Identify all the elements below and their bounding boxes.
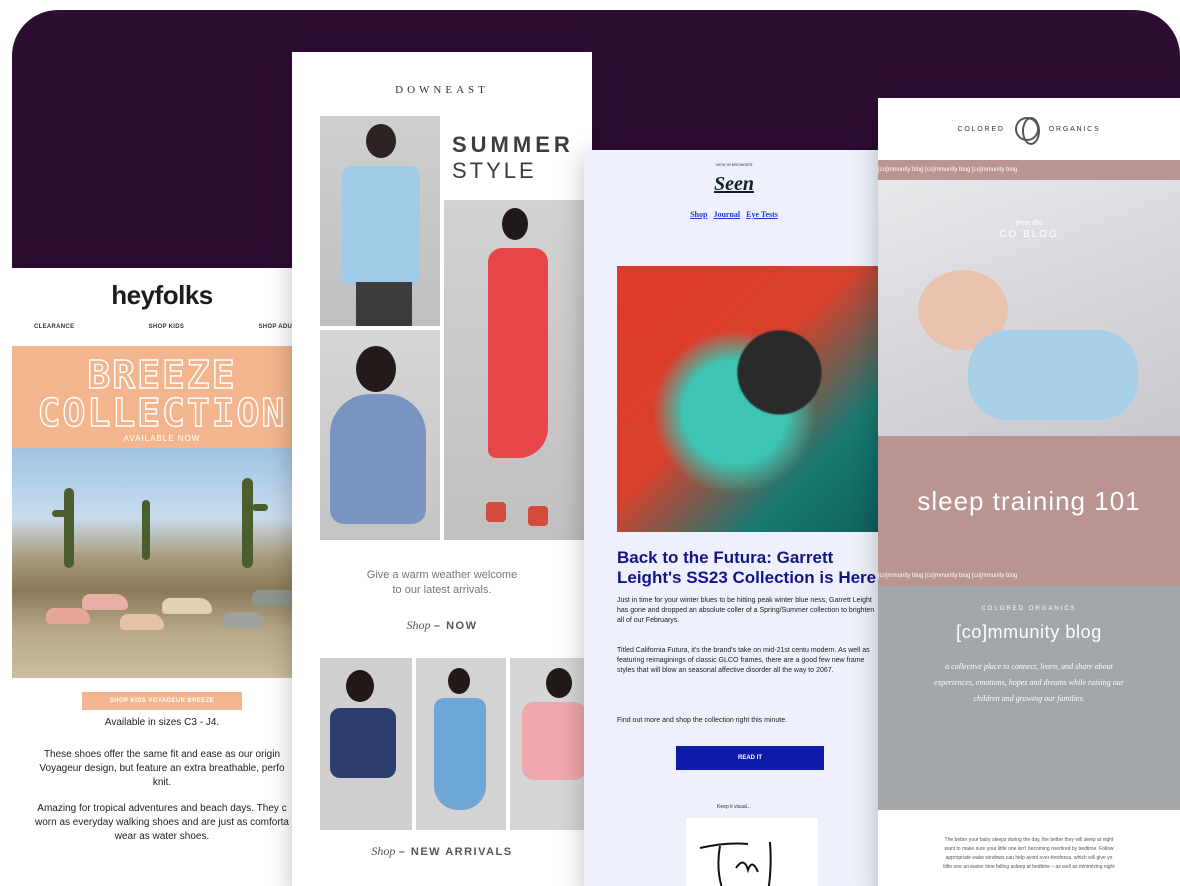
hero-subtitle: AVAILABLE NOW — [123, 434, 201, 443]
summer-style-heading: SUMMER STYLE — [452, 132, 574, 184]
shop-arrivals-label: – NEW ARRIVALS — [398, 846, 513, 858]
para1-line1: These shoes offer the same fit and ease … — [43, 749, 281, 760]
article-paragraph-1: Just in time for your winter blues to be… — [617, 597, 875, 624]
nav-clearance[interactable]: CLEARANCE — [34, 324, 74, 346]
view-in-browser-link[interactable]: VIEW IN BROWSER — [584, 150, 884, 167]
model-photo-blue-dress — [416, 658, 506, 830]
warm-weather-blurb: Give a warm weather welcome to our lates… — [322, 568, 562, 598]
nav-eye-tests[interactable]: Eye Tests — [746, 210, 778, 219]
model-photo-gingham-dress — [320, 330, 440, 540]
keep-it-visual-text: Keep it visual... — [717, 804, 751, 810]
read-it-button[interactable]: READ IT — [676, 746, 824, 770]
para1-line2: Voyageur design, but feature an extra br… — [39, 763, 285, 774]
description-paragraph-2: Amazing for tropical adventures and beac… — [12, 802, 312, 844]
seen-email-card: VIEW IN BROWSER Seen Shop Journal Eye Te… — [584, 150, 884, 886]
brand-right-text: ORGANICS — [1048, 125, 1101, 133]
model-photo-navy-top — [320, 658, 412, 830]
description-paragraph-1: These shoes offer the same fit and ease … — [12, 748, 312, 790]
downeast-logo: DOWNEAST — [395, 84, 489, 96]
body-line2: want to make sure your little one isn't … — [944, 846, 1114, 852]
seen-nav: Shop Journal Eye Tests — [584, 210, 884, 219]
article-paragraph-2: Titled California Futura, it's the brand… — [617, 647, 870, 674]
heading-line2: STYLE — [452, 158, 537, 183]
colored-organics-email-card: COLORED ORGANICS [co]mmunity blog [co]mm… — [878, 98, 1180, 886]
para2-line1: Amazing for tropical adventures and beac… — [37, 803, 287, 814]
model-photo-blue-shirt — [320, 116, 440, 326]
desert-shoes-photo — [12, 448, 312, 678]
hero-title-line2: COLLECTION — [37, 391, 287, 435]
organics-logo-icon — [1014, 117, 1040, 145]
sleep-article-body: The better your baby sleeps during the d… — [878, 810, 1180, 872]
model-photo-pink-top — [510, 658, 592, 830]
heading-line1: SUMMER — [452, 132, 574, 157]
photo-overlay: from the CO BLOG — [878, 218, 1180, 240]
shop-now-label: – NOW — [433, 620, 478, 632]
shop-new-arrivals-link[interactable]: Shop – NEW ARRIVALS — [322, 844, 562, 859]
eyewear-portrait-photo — [617, 266, 879, 532]
para2-line3: wear as water shoes. — [114, 831, 210, 842]
shop-voyageur-button[interactable]: SHOP KIDS VOYAGEUR BREEZE — [82, 692, 242, 710]
nav-journal[interactable]: Journal — [713, 210, 740, 219]
community-blog-panel: COLORED ORGANICS [co]mmunity blog a coll… — [878, 586, 1180, 810]
heyfolks-nav: CLEARANCE SHOP KIDS SHOP ADULTS — [12, 324, 312, 346]
body-line3: appropriate wake windows can help avoid … — [945, 855, 1113, 861]
photo-kicker: from the — [1015, 218, 1043, 227]
body-line4: little one an easier time falling asleep… — [943, 864, 1115, 870]
nav-shop[interactable]: Shop — [690, 210, 707, 219]
panel-kicker: COLORED ORGANICS — [981, 606, 1077, 612]
para1-line3: knit. — [152, 777, 172, 788]
blurb-line1: Give a warm weather welcome — [366, 569, 518, 581]
breeze-hero-banner: BREEZE COLLECTION AVAILABLE NOW — [12, 346, 312, 448]
shop-arrivals-italic: Shop — [371, 844, 396, 858]
photo-title: CO BLOG — [999, 229, 1059, 240]
showcase-backdrop: heyfolks CLEARANCE SHOP KIDS SHOP ADULTS… — [12, 10, 1180, 886]
brand-left-text: COLORED — [957, 125, 1005, 133]
nav-shop-kids[interactable]: SHOP KIDS — [149, 324, 185, 346]
handwritten-signature — [686, 818, 818, 886]
shop-now-link[interactable]: Shop – NOW — [322, 618, 562, 633]
community-blog-strip: [co]mmunity blog [co]mmunity blog [co]mm… — [878, 160, 1180, 180]
sleep-training-banner: sleep training 101 — [878, 436, 1180, 566]
article-paragraph-3: Find out more and shop the collection ri… — [617, 717, 788, 724]
sleeping-baby-photo: from the CO BLOG — [878, 180, 1180, 436]
seen-logo: Seen — [714, 173, 754, 195]
para2-line2: worn as everyday walking shoes and are j… — [34, 817, 289, 828]
sizes-text: Available in sizes C3 - J4. — [104, 717, 220, 728]
panel-title: [co]mmunity blog — [956, 622, 1102, 642]
hero-title-line1: BREEZE — [87, 353, 237, 397]
heyfolks-email-card: heyfolks CLEARANCE SHOP KIDS SHOP ADULTS… — [12, 268, 312, 886]
body-line1: The better your baby sleeps during the d… — [944, 837, 1114, 843]
shop-now-italic: Shop — [406, 618, 431, 632]
heyfolks-logo: heyfolks — [111, 280, 213, 310]
downeast-email-card: DOWNEAST SUMMER STYLE Give a warm weathe… — [292, 52, 592, 886]
organics-header: COLORED ORGANICS — [878, 98, 1180, 160]
panel-description: a collective place to connect, learn, an… — [934, 662, 1124, 703]
article-headline: Back to the Futura: Garrett Leight's SS2… — [617, 548, 877, 587]
community-blog-strip-2: [co]mmunity blog [co]mmunity blog [co]mm… — [878, 566, 1180, 586]
model-photo-red-dress — [444, 200, 592, 540]
blurb-line2: to our latest arrivals. — [392, 584, 492, 596]
